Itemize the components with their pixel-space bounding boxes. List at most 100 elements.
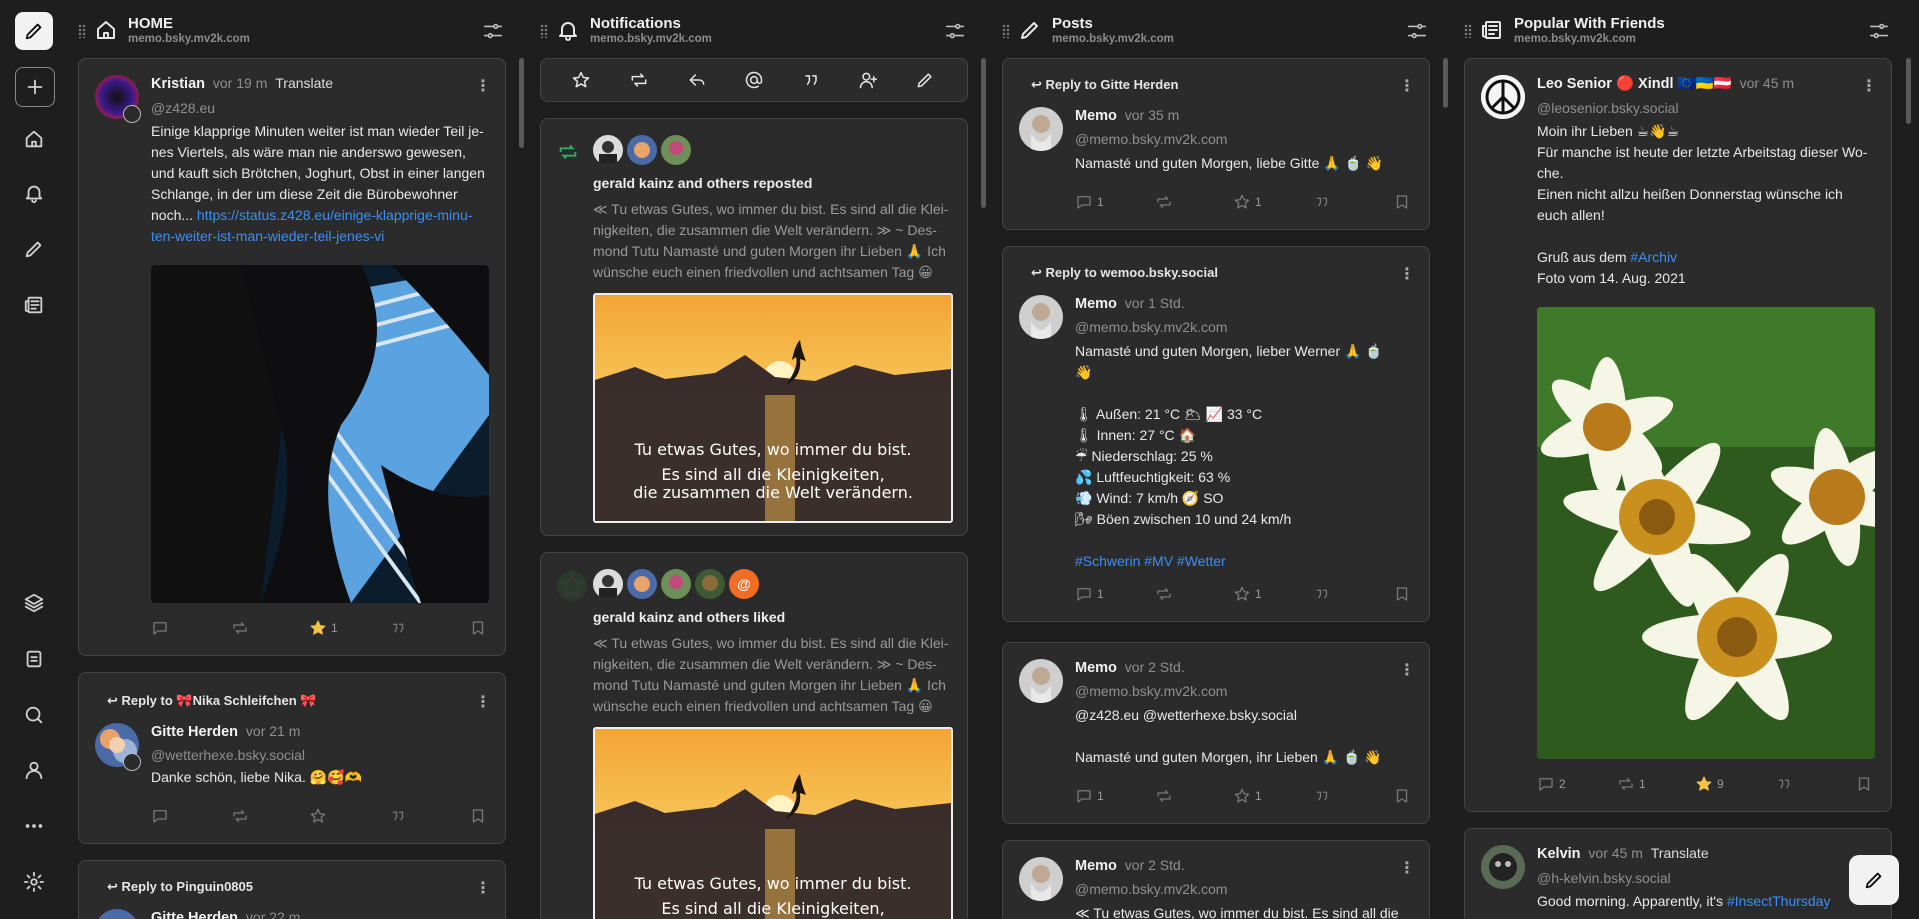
column-settings-button[interactable]	[944, 20, 966, 42]
translate-link[interactable]: Translate	[275, 75, 333, 91]
post-hashtag[interactable]: #InsectThursday	[1727, 893, 1831, 909]
avatar[interactable]	[695, 569, 725, 599]
avatar[interactable]	[1481, 75, 1525, 119]
bookmark-icon[interactable]	[1393, 585, 1411, 603]
author-handle[interactable]: @memo.bsky.mv2k.com	[1075, 131, 1227, 147]
author-name[interactable]: Memo	[1075, 296, 1117, 312]
column-settings-button[interactable]	[1406, 20, 1428, 42]
post-time[interactable]: vor 45 m	[1740, 75, 1794, 91]
post-card[interactable]: Kelvin vor 45 m Translate @h-kelvin.bsky…	[1464, 828, 1892, 919]
scrollbar[interactable]	[1443, 58, 1448, 108]
avatar[interactable]	[1481, 845, 1525, 889]
profile-nav-button[interactable]	[15, 751, 53, 789]
filter-mentions-at-icon[interactable]	[744, 70, 764, 90]
avatar[interactable]	[1019, 295, 1063, 339]
search-nav-button[interactable]	[15, 696, 53, 734]
post-card[interactable]: ↩ Reply to Gitte Herden ⋮ Memo vor 35 m …	[1002, 58, 1430, 230]
repost-icon[interactable]	[1155, 787, 1173, 805]
column-settings-button[interactable]	[1868, 20, 1890, 42]
star-icon[interactable]	[1233, 585, 1251, 603]
bookmark-icon[interactable]	[1855, 775, 1873, 793]
notification-card[interactable]: gerald kainz and others reposted ≪ Tu et…	[540, 118, 968, 536]
avatar[interactable]	[1019, 107, 1063, 151]
notification-title[interactable]: gerald kainz and others reposted	[593, 175, 812, 191]
avatar[interactable]	[627, 135, 657, 165]
bookmark-icon[interactable]	[1393, 787, 1411, 805]
reply-icon[interactable]	[1537, 775, 1555, 793]
more-avatars-badge[interactable]: @	[729, 569, 759, 599]
post-menu-button[interactable]: ⋮	[1861, 79, 1877, 95]
post-menu-button[interactable]: ⋮	[475, 881, 491, 897]
posts-nav-button[interactable]	[15, 230, 53, 268]
quote-icon[interactable]	[1313, 193, 1331, 211]
repost-icon[interactable]	[231, 619, 249, 637]
drag-handle[interactable]	[1464, 24, 1472, 38]
notification-title[interactable]: gerald kainz and others liked	[593, 609, 785, 625]
compose-button[interactable]	[15, 12, 53, 50]
star-icon[interactable]	[1695, 775, 1713, 793]
author-name[interactable]: Memo	[1075, 108, 1117, 124]
author-handle[interactable]: @leosenior.bsky.social	[1537, 100, 1679, 116]
reply-icon[interactable]	[1075, 193, 1093, 211]
reply-to-label[interactable]: ↩ Reply to Pinguin0805	[107, 879, 253, 895]
bookmark-icon[interactable]	[1393, 193, 1411, 211]
author-handle[interactable]: @memo.bsky.mv2k.com	[1075, 319, 1227, 335]
layers-nav-button[interactable]	[15, 584, 53, 622]
author-name[interactable]: Memo	[1075, 858, 1117, 874]
star-icon[interactable]	[1233, 193, 1251, 211]
post-time[interactable]: vor 2 Std.	[1125, 659, 1185, 675]
post-time[interactable]: vor 1 Std.	[1125, 295, 1185, 311]
home-nav-button[interactable]	[15, 120, 53, 158]
repost-icon[interactable]	[231, 807, 249, 825]
post-image[interactable]	[1537, 307, 1875, 759]
settings-nav-button[interactable]	[15, 863, 53, 901]
drag-handle[interactable]	[1002, 24, 1010, 38]
avatar[interactable]	[1019, 857, 1063, 901]
scrollbar[interactable]	[1906, 58, 1911, 124]
author-name[interactable]: Kelvin	[1537, 846, 1581, 862]
feed-nav-button[interactable]	[15, 286, 53, 324]
reply-to-label[interactable]: ↩ Reply to wemoo.bsky.social	[1031, 265, 1218, 281]
author-name[interactable]: Leo Senior 🔴 Xindl 🇪🇺🇺🇦🇦🇹	[1537, 76, 1732, 92]
post-menu-button[interactable]: ⋮	[475, 695, 491, 711]
post-time[interactable]: vor 45 m	[1588, 845, 1642, 861]
author-name[interactable]: Gitte Herden	[151, 910, 238, 919]
post-time[interactable]: vor 19 m	[213, 75, 267, 91]
post-time[interactable]: vor 21 m	[246, 723, 300, 739]
post-card[interactable]: ⋮ Memo vor 2 Std. @memo.bsky.mv2k.com @z…	[1002, 642, 1430, 824]
drag-handle[interactable]	[540, 24, 548, 38]
post-time[interactable]: vor 22 m	[246, 909, 300, 919]
reply-icon[interactable]	[151, 619, 169, 637]
quote-icon[interactable]	[1775, 775, 1793, 793]
post-card[interactable]: Leo Senior 🔴 Xindl 🇪🇺🇺🇦🇦🇹 vor 45 m ⋮ @le…	[1464, 58, 1892, 812]
post-card[interactable]: ⋮ Memo vor 2 Std. @memo.bsky.mv2k.com ≪ …	[1002, 840, 1430, 919]
reply-icon[interactable]	[1075, 787, 1093, 805]
reply-icon[interactable]	[1075, 585, 1093, 603]
translate-link[interactable]: Translate	[1651, 845, 1709, 861]
notification-card[interactable]: @ gerald kainz and others liked ≪ Tu etw…	[540, 552, 968, 919]
reply-icon[interactable]	[151, 807, 169, 825]
quote-icon[interactable]	[389, 619, 407, 637]
more-nav-button[interactable]	[15, 807, 53, 845]
avatar[interactable]	[627, 569, 657, 599]
post-time[interactable]: vor 35 m	[1125, 107, 1179, 123]
repost-icon[interactable]	[1155, 585, 1173, 603]
author-name[interactable]: Memo	[1075, 660, 1117, 676]
avatar[interactable]	[661, 135, 691, 165]
post-card[interactable]: ↩ Reply to wemoo.bsky.social ⋮ Memo vor …	[1002, 246, 1430, 622]
author-name[interactable]: Gitte Herden	[151, 724, 238, 740]
post-image[interactable]	[151, 265, 489, 603]
repost-icon[interactable]	[1155, 193, 1173, 211]
post-card[interactable]: ↩ Reply to 🎀Nika Schleifchen 🎀 ⋮ Gitte H…	[78, 672, 506, 844]
avatar[interactable]	[593, 135, 623, 165]
author-handle[interactable]: @memo.bsky.mv2k.com	[1075, 683, 1227, 699]
avatar[interactable]	[593, 569, 623, 599]
star-icon[interactable]	[309, 807, 327, 825]
repost-icon[interactable]	[1617, 775, 1635, 793]
author-handle[interactable]: @z428.eu	[151, 100, 215, 116]
post-menu-button[interactable]: ⋮	[1399, 663, 1415, 679]
post-menu-button[interactable]: ⋮	[1399, 861, 1415, 877]
author-handle[interactable]: @memo.bsky.mv2k.com	[1075, 881, 1227, 897]
post-image[interactable]: Tu etwas Gutes, wo immer du bist. Es sin…	[593, 293, 953, 523]
avatar[interactable]	[1019, 659, 1063, 703]
